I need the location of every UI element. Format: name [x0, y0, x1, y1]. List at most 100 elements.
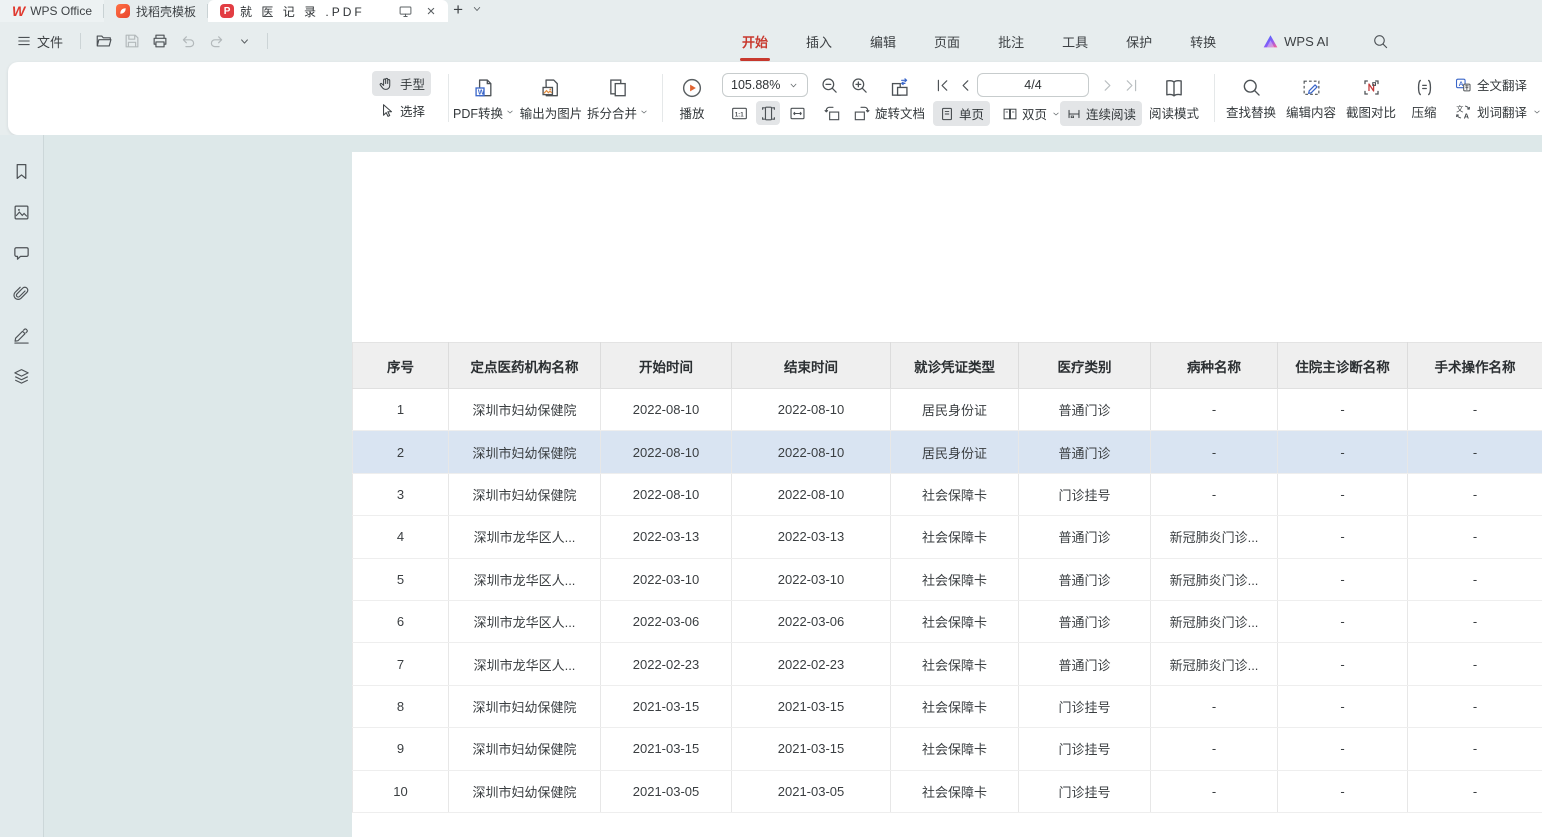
menu-insert[interactable]: 插入: [804, 28, 834, 55]
print-icon[interactable]: [148, 29, 172, 53]
find-replace-button[interactable]: 查找替换: [1222, 70, 1280, 128]
table-cell: 3: [353, 473, 449, 515]
word-translate-button[interactable]: 划词翻译: [1448, 99, 1542, 124]
menu-home[interactable]: 开始: [740, 28, 770, 55]
table-cell: 社会保障卡: [891, 473, 1019, 515]
thumbnail-pane-icon[interactable]: [8, 198, 36, 226]
cursor-icon: [378, 102, 395, 119]
comment-icon[interactable]: [8, 239, 36, 267]
next-page-button[interactable]: [1095, 73, 1119, 97]
medical-records-table: 序号定点医药机构名称开始时间结束时间就诊凭证类型医疗类别病种名称住院主诊断名称手…: [352, 342, 1542, 813]
monitor-icon[interactable]: [396, 2, 414, 20]
rotate-left-button[interactable]: [820, 101, 844, 125]
attachment-icon[interactable]: [8, 280, 36, 308]
wps-ai-button[interactable]: WPS AI: [1262, 34, 1329, 49]
table-cell: 1: [353, 389, 449, 431]
zoom-level-dropdown[interactable]: 105.88%: [722, 73, 808, 97]
fit-width-button[interactable]: [785, 101, 809, 125]
table-cell: 2021-03-15: [732, 728, 891, 770]
menu-edit[interactable]: 编辑: [868, 28, 898, 55]
full-translate-button[interactable]: 全文翻译: [1448, 72, 1542, 97]
table-cell: 社会保障卡: [891, 558, 1019, 600]
hand-tool-label: 手型: [400, 74, 425, 93]
select-tool-button[interactable]: 选择: [372, 98, 431, 123]
export-image-button[interactable]: 输出为图片: [518, 70, 584, 128]
rotate-document-label: 旋转文档: [875, 103, 925, 122]
compress-button[interactable]: 压缩: [1404, 70, 1444, 128]
rotate-right-button[interactable]: [849, 101, 873, 125]
table-cell: -: [1151, 473, 1278, 515]
menu-protect[interactable]: 保护: [1124, 28, 1154, 55]
close-tab-icon[interactable]: ×: [422, 2, 440, 20]
pdf-convert-button[interactable]: PDF转换: [452, 70, 516, 128]
find-replace-icon: [1241, 77, 1262, 98]
table-cell: -: [1278, 558, 1408, 600]
tab-wps-office[interactable]: W WPS Office: [0, 0, 104, 22]
open-file-icon[interactable]: [92, 29, 116, 53]
table-cell: 深圳市龙华区人...: [449, 600, 601, 642]
split-merge-button[interactable]: 拆分合并: [586, 70, 650, 128]
single-page-icon: [939, 106, 955, 122]
table-cell: 深圳市妇幼保健院: [449, 473, 601, 515]
single-page-button[interactable]: 单页: [933, 101, 990, 126]
signature-pen-icon[interactable]: [8, 321, 36, 349]
table-cell: 2022-08-10: [601, 473, 732, 515]
layers-icon[interactable]: [8, 362, 36, 390]
column-header: 序号: [353, 343, 449, 389]
previous-page-button[interactable]: [953, 73, 977, 97]
actual-size-button[interactable]: [727, 101, 751, 125]
continuous-read-button[interactable]: 连续阅读: [1060, 101, 1142, 126]
table-row: 9深圳市妇幼保健院2021-03-152021-03-15社会保障卡门诊挂号--…: [353, 728, 1542, 770]
table-cell: 2022-08-10: [732, 389, 891, 431]
menu-tools[interactable]: 工具: [1060, 28, 1090, 55]
tab-docer-templates[interactable]: 找稻壳模板: [104, 0, 208, 22]
first-page-button[interactable]: [930, 73, 954, 97]
hamburger-menu-icon: [16, 33, 32, 49]
table-cell: 深圳市龙华区人...: [449, 516, 601, 558]
table-cell: 2022-03-10: [732, 558, 891, 600]
table-cell: 社会保障卡: [891, 770, 1019, 812]
menu-comment[interactable]: 批注: [996, 28, 1026, 55]
zoom-in-button[interactable]: [847, 73, 871, 97]
undo-icon[interactable]: [176, 29, 200, 53]
export-image-icon: [540, 77, 562, 99]
menu-search-icon[interactable]: [1369, 29, 1393, 53]
table-cell: 10: [353, 770, 449, 812]
read-mode-label: 阅读模式: [1149, 103, 1199, 122]
fit-page-button[interactable]: [756, 101, 780, 125]
redo-icon[interactable]: [204, 29, 228, 53]
table-cell: 深圳市妇幼保健院: [449, 431, 601, 473]
tab-document-pdf[interactable]: P 就 医 记 录 .PDF ×: [208, 0, 448, 22]
table-cell: 居民身份证: [891, 431, 1019, 473]
table-cell: -: [1408, 516, 1542, 558]
zoom-out-button[interactable]: [817, 73, 841, 97]
double-page-label: 双页: [1022, 104, 1047, 123]
table-cell: 2022-08-10: [732, 473, 891, 515]
table-cell: 2022-03-06: [732, 600, 891, 642]
rotate-document-button[interactable]: 旋转文档: [872, 70, 928, 128]
page-indicator-input[interactable]: [977, 73, 1089, 97]
tab-list-chevron-icon[interactable]: [468, 0, 486, 18]
file-menu-button[interactable]: 文件: [10, 28, 69, 55]
table-cell: 深圳市妇幼保健院: [449, 685, 601, 727]
new-tab-button[interactable]: +: [448, 0, 468, 22]
table-cell: 社会保障卡: [891, 728, 1019, 770]
quickbar-chevron-icon[interactable]: [232, 29, 256, 53]
menu-page[interactable]: 页面: [932, 28, 962, 55]
last-page-button[interactable]: [1119, 73, 1143, 97]
table-cell: -: [1278, 473, 1408, 515]
column-header: 结束时间: [732, 343, 891, 389]
word-translate-label: 划词翻译: [1477, 102, 1527, 121]
hand-tool-button[interactable]: 手型: [372, 71, 431, 96]
play-button[interactable]: 播放: [670, 70, 714, 128]
read-mode-button[interactable]: 阅读模式: [1146, 70, 1202, 128]
table-row: 2深圳市妇幼保健院2022-08-102022-08-10居民身份证普通门诊--…: [353, 431, 1542, 473]
bookmark-icon[interactable]: [8, 157, 36, 185]
table-cell: 普通门诊: [1019, 431, 1151, 473]
menu-convert[interactable]: 转换: [1188, 28, 1218, 55]
screenshot-compare-button[interactable]: 截图对比: [1342, 70, 1400, 128]
table-cell: 深圳市妇幼保健院: [449, 770, 601, 812]
double-page-button[interactable]: 双页: [996, 101, 1067, 126]
edit-content-button[interactable]: 编辑内容: [1282, 70, 1340, 128]
save-icon[interactable]: [120, 29, 144, 53]
